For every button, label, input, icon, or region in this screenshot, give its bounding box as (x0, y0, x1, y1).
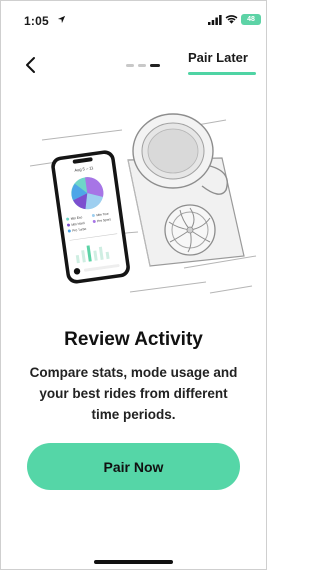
page-description: Compare stats, mode usage and your best … (29, 365, 238, 422)
progress-dot-1 (126, 64, 134, 67)
pair-later-underline (188, 72, 256, 75)
battery-icon: 48 (241, 14, 261, 25)
phone-illustration: Aug 5 – 11 Mtn Eco Mtn Tour Mtn Hard Pro… (51, 150, 130, 284)
pair-later-button[interactable]: Pair Later (188, 50, 248, 65)
signal-icon (208, 15, 222, 25)
location-arrow-icon (57, 15, 66, 24)
page-title: Review Activity (64, 329, 203, 350)
status-time: 1:05 (24, 14, 49, 28)
progress-dot-2 (138, 64, 146, 67)
wifi-icon (225, 15, 238, 24)
home-indicator (94, 560, 173, 564)
activity-illustration: Aug 5 – 11 Mtn Eco Mtn Tour Mtn Hard Pro… (30, 113, 257, 294)
pastry-icon (164, 204, 216, 256)
progress-indicator (126, 64, 162, 67)
battery-level: 48 (247, 16, 255, 23)
status-bar: 1:05 48 (0, 0, 267, 40)
progress-dot-3-active (150, 64, 160, 67)
back-button[interactable] (22, 54, 42, 76)
pair-now-button[interactable]: Pair Now (27, 443, 240, 490)
chevron-left-icon (26, 57, 35, 73)
